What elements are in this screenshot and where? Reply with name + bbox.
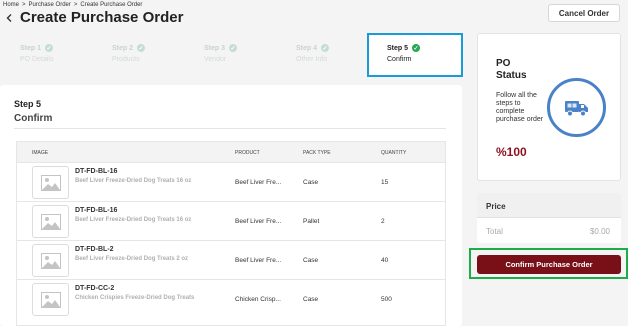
column-header-quantity: QUANTITY: [381, 150, 407, 156]
column-header-pack-type: PACK TYPE: [303, 150, 331, 156]
check-icon: ✓: [45, 44, 54, 52]
table-header: IMAGE PRODUCT PACK TYPE QUANTITY: [17, 142, 445, 162]
product-cell: Chicken Crisp...: [235, 296, 281, 303]
status-title-line: PO: [496, 58, 511, 69]
status-description: Follow all the steps to complete purchas…: [496, 92, 544, 123]
quantity-cell: 2: [381, 218, 385, 225]
po-status-card: PO Status Follow all the steps to comple…: [477, 33, 621, 181]
pack-type-cell: Case: [303, 257, 319, 264]
total-label: Total: [486, 227, 503, 236]
chevron-left-icon: [6, 13, 12, 22]
product-sku: DT-FD-BL-16: [75, 168, 118, 175]
step-sub: Vendor: [204, 56, 227, 63]
product-name: Beef Liver Freeze-Dried Dog Treats 16 oz: [75, 217, 192, 223]
price-heading: Price: [477, 193, 621, 218]
divider: [14, 128, 446, 129]
step-sub: PO Details: [20, 56, 54, 63]
breadcrumb-purchase-order[interactable]: Purchase Order: [29, 2, 71, 8]
cancel-order-button[interactable]: Cancel Order: [548, 4, 620, 22]
products-table: IMAGE PRODUCT PACK TYPE QUANTITY DT-FD-B…: [16, 141, 446, 326]
breadcrumb-home[interactable]: Home: [3, 2, 19, 8]
step-4[interactable]: Step 4 ✓ Other Info: [282, 33, 372, 77]
quantity-cell: 500: [381, 296, 392, 303]
table-row[interactable]: DT-FD-BL-2 Beef Liver Freeze-Dried Dog T…: [17, 240, 445, 279]
step-sub: Other Info: [296, 56, 328, 63]
column-header-product: PRODUCT: [235, 150, 260, 156]
step-5[interactable]: Step 5 ✓ Confirm: [367, 33, 463, 77]
status-title: PO Status: [496, 58, 527, 82]
step-label: Step 3: [204, 44, 226, 52]
page-title: Create Purchase Order: [20, 9, 184, 26]
total-value: $0.00: [589, 227, 610, 236]
pack-type-cell: Case: [303, 179, 319, 186]
step-label: Step 2: [112, 44, 134, 52]
status-percent: %100: [496, 145, 527, 159]
quantity-cell: 40: [381, 257, 389, 264]
breadcrumb: Home > Purchase Order > Create Purchase …: [3, 2, 142, 8]
table-row[interactable]: DT-FD-BL-16 Beef Liver Freeze-Dried Dog …: [17, 201, 445, 240]
breadcrumb-separator: >: [73, 2, 78, 8]
table-row[interactable]: DT-FD-BL-16 Beef Liver Freeze-Dried Dog …: [17, 162, 445, 201]
product-cell: Beef Liver Fre...: [235, 179, 282, 186]
image-placeholder-icon: [32, 244, 69, 277]
status-title-line: Status: [496, 70, 527, 81]
step-label: Step 5: [387, 44, 409, 52]
product-cell: Beef Liver Fre...: [235, 257, 282, 264]
step-label: Step 1: [20, 44, 42, 52]
step-sub: Products: [112, 56, 140, 63]
step-sub: Confirm: [387, 56, 412, 63]
status-circle: [547, 78, 606, 137]
back-button[interactable]: [3, 11, 16, 24]
step-label: Step 4: [296, 44, 318, 52]
stepper: Step 1 ✓ PO Details Step 2 ✓ Products Step…: [6, 33, 463, 77]
table-row[interactable]: DT-FD-CC-2 Chicken Crispies Freeze-Dried…: [17, 279, 445, 318]
price-card: Price Total $0.00: [477, 193, 621, 243]
delivery-truck-icon: [564, 100, 588, 116]
pack-type-cell: Pallet: [303, 218, 320, 225]
image-placeholder-icon: [32, 205, 69, 238]
check-icon: ✓: [321, 44, 330, 52]
confirm-button-highlight: Confirm Purchase Order: [469, 248, 628, 279]
step-1[interactable]: Step 1 ✓ PO Details: [6, 33, 98, 77]
product-cell: Beef Liver Fre...: [235, 218, 282, 225]
product-name: Chicken Crispies Freeze-Dried Dog Treats: [75, 295, 195, 301]
price-total-row: Total $0.00: [477, 218, 621, 243]
check-icon: ✓: [412, 44, 421, 52]
step-3[interactable]: Step 3 ✓ Vendor: [190, 33, 282, 77]
product-sku: DT-FD-CC-2: [75, 285, 115, 292]
product-sku: DT-FD-BL-2: [75, 246, 114, 253]
confirm-purchase-order-button[interactable]: Confirm Purchase Order: [477, 255, 621, 274]
check-icon: ✓: [229, 44, 238, 52]
image-placeholder-icon: [32, 166, 69, 199]
image-placeholder-icon: [32, 283, 69, 316]
check-icon: ✓: [137, 44, 146, 52]
section-step-label: Step 5: [14, 99, 42, 109]
product-name: Beef Liver Freeze-Dried Dog Treats 16 oz: [75, 178, 192, 184]
column-header-image: IMAGE: [32, 150, 49, 156]
quantity-cell: 15: [381, 179, 389, 186]
confirm-card: Step 5 Confirm IMAGE PRODUCT PACK TYPE Q…: [0, 85, 462, 326]
product-sku: DT-FD-BL-16: [75, 207, 118, 214]
breadcrumb-current: Create Purchase Order: [80, 2, 143, 8]
section-title: Confirm: [14, 113, 53, 124]
product-name: Beef Liver Freeze-Dried Dog Treats 2 oz: [75, 256, 189, 262]
step-2[interactable]: Step 2 ✓ Products: [98, 33, 190, 77]
pack-type-cell: Case: [303, 296, 319, 303]
breadcrumb-separator: >: [22, 2, 26, 8]
